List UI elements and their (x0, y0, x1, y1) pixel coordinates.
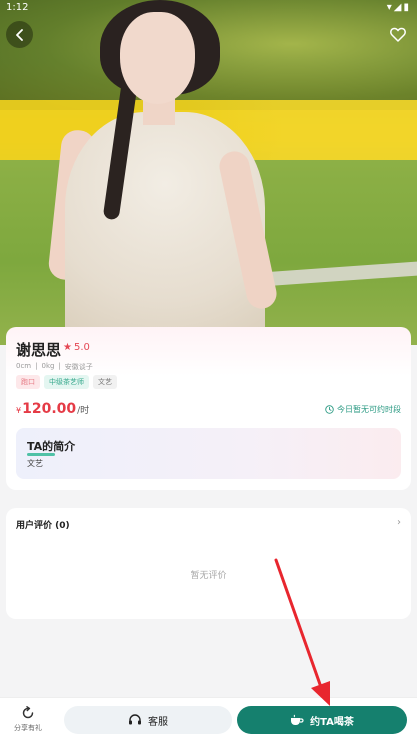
price-unit: /时 (77, 406, 90, 416)
price-symbol: ¥ (16, 406, 22, 415)
teacup-icon (291, 714, 304, 725)
profile-tag: 跑口 (16, 375, 40, 389)
profile-tag: 中级茶艺师 (44, 375, 89, 389)
favorite-button[interactable] (387, 23, 409, 45)
customer-service-label: 客服 (148, 716, 168, 728)
profile-tags: 跑口 中级茶艺师 文艺 (16, 375, 117, 389)
share-button[interactable]: 分享有礼 (8, 706, 48, 733)
rating-value: 5.0 (73, 342, 90, 353)
photo-person (47, 0, 285, 345)
book-tea-label: 约TA喝茶 (310, 716, 354, 728)
intro-box: TA的简介 文艺 (16, 428, 401, 479)
status-icons: ▾◢▮ (386, 2, 411, 13)
photo-face (120, 12, 195, 104)
star-icon: ★ (63, 342, 72, 353)
profile-meta: 0cm | 0kg | 安徽谈子 (16, 362, 93, 372)
bottom-action-bar: 分享有礼 客服 约TA喝茶 (0, 697, 417, 741)
profile-height: 0cm (16, 362, 32, 370)
reviews-title: 用户评价 (0) (16, 521, 70, 531)
rating: ★ 5.0 (63, 342, 90, 353)
share-label: 分享有礼 (14, 724, 42, 732)
intro-title: TA的简介 (27, 440, 76, 453)
back-button[interactable] (6, 21, 33, 48)
profile-tag: 文艺 (93, 375, 117, 389)
chevron-left-icon (15, 28, 23, 41)
status-bar: 1:12 ▾◢▮ (0, 0, 417, 16)
headset-icon (129, 714, 141, 725)
profile-weight: 0kg (41, 362, 55, 370)
book-tea-button[interactable]: 约TA喝茶 (237, 706, 407, 734)
intro-text: 文艺 (27, 459, 43, 468)
intro-underline (27, 453, 55, 456)
meta-divider: | (35, 362, 38, 370)
clock-icon (325, 405, 334, 414)
heart-outline-icon (390, 27, 406, 42)
availability[interactable]: 今日暂无可约时段 (325, 404, 401, 415)
reviews-card[interactable]: 用户评价 (0) › 暂无评价 (6, 508, 411, 619)
share-icon (22, 706, 34, 719)
price-value: 120.00 (22, 401, 77, 417)
chevron-right-icon[interactable]: › (397, 517, 401, 528)
meta-divider: | (58, 362, 61, 370)
profile-card: 谢思思 ★ 5.0 0cm | 0kg | 安徽谈子 跑口 中级茶艺师 文艺 ¥… (6, 327, 411, 490)
profile-photo (0, 0, 417, 345)
profile-location: 安徽谈子 (64, 363, 93, 371)
status-time: 1:12 (6, 2, 29, 13)
profile-name: 谢思思 (16, 341, 62, 359)
customer-service-button[interactable]: 客服 (64, 706, 232, 734)
reviews-empty-text: 暂无评价 (190, 571, 227, 581)
availability-text: 今日暂无可约时段 (337, 405, 401, 414)
price: ¥ 120.00 /时 (16, 401, 89, 417)
